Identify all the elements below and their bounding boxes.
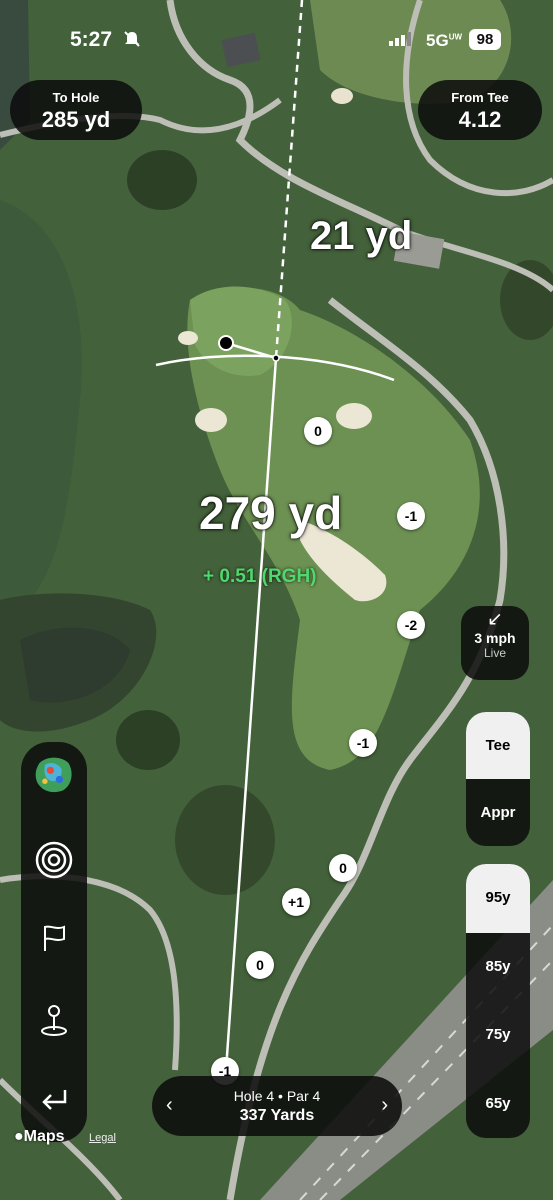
elevation-badge: 0	[246, 951, 274, 979]
maps-attribution: ●Maps	[14, 1128, 65, 1145]
elevation-badge: +1	[282, 888, 310, 916]
tee-approach-toggle: Tee Appr	[466, 712, 530, 846]
battery-level: 98	[469, 29, 501, 50]
yardage-option[interactable]: 95y	[466, 864, 530, 933]
elevation-badge: -1	[397, 502, 425, 530]
wind-speed: 3 mph	[474, 630, 516, 646]
shot-distance-label: 279 yd	[199, 487, 343, 539]
to-hole-value: 285 yd	[41, 107, 111, 132]
toggle-tee[interactable]: Tee	[466, 712, 530, 779]
legal-link[interactable]: Legal	[89, 1132, 116, 1144]
to-hole-label: To Hole	[52, 90, 100, 105]
toggle-appr[interactable]: Appr	[466, 779, 530, 846]
yardage-ring-selector: 95y 85y 75y 65y	[466, 864, 530, 1138]
back-arrow-icon[interactable]	[34, 1080, 74, 1120]
arrow-down-left-icon: ↙	[487, 609, 503, 630]
wind-status: Live	[483, 646, 506, 660]
elevation-badge: 0	[304, 417, 332, 445]
flag-icon[interactable]	[34, 918, 74, 958]
status-bar: 5:27 5GUW 98	[0, 0, 553, 80]
apple-logo-icon: ●	[14, 1128, 24, 1145]
target-rings-icon[interactable]	[34, 840, 74, 880]
yardage-option[interactable]: 85y	[466, 933, 530, 1002]
remaining-distance-label: 21 yd	[310, 214, 413, 258]
green-contour-icon[interactable]	[34, 754, 74, 794]
network-type: 5GUW	[426, 31, 463, 50]
from-tee-value: 4.12	[458, 107, 502, 132]
elevation-badge: 0	[329, 854, 357, 882]
elevation-badge: -2	[397, 611, 425, 639]
clock: 5:27	[70, 28, 113, 51]
elevation-badge: -1	[349, 729, 377, 757]
hole-title[interactable]: Hole 4 • Par 4	[152, 1088, 402, 1104]
hole-navigator: ‹ Hole 4 • Par 4 337 Yards ›	[152, 1076, 402, 1136]
from-tee-label: From Tee	[451, 90, 509, 105]
yardage-option[interactable]: 75y	[466, 1001, 530, 1070]
silent-bell-icon	[123, 30, 141, 53]
hole-yardage: 337 Yards	[239, 1107, 315, 1124]
map-toolbar	[21, 742, 87, 1142]
from-tee-pill[interactable]: From Tee 4.12	[418, 80, 542, 140]
cellular-signal-icon	[389, 32, 411, 51]
pin-location-icon[interactable]	[34, 1000, 74, 1040]
wind-indicator[interactable]: ↙ 3 mph Live	[461, 606, 529, 680]
yardage-option[interactable]: 65y	[466, 1070, 530, 1139]
slope-adjust-label: + 0.51 (RGH)	[203, 566, 317, 587]
to-hole-pill[interactable]: To Hole 285 yd	[10, 80, 142, 140]
next-hole-chevron-icon[interactable]: ›	[381, 1094, 388, 1117]
